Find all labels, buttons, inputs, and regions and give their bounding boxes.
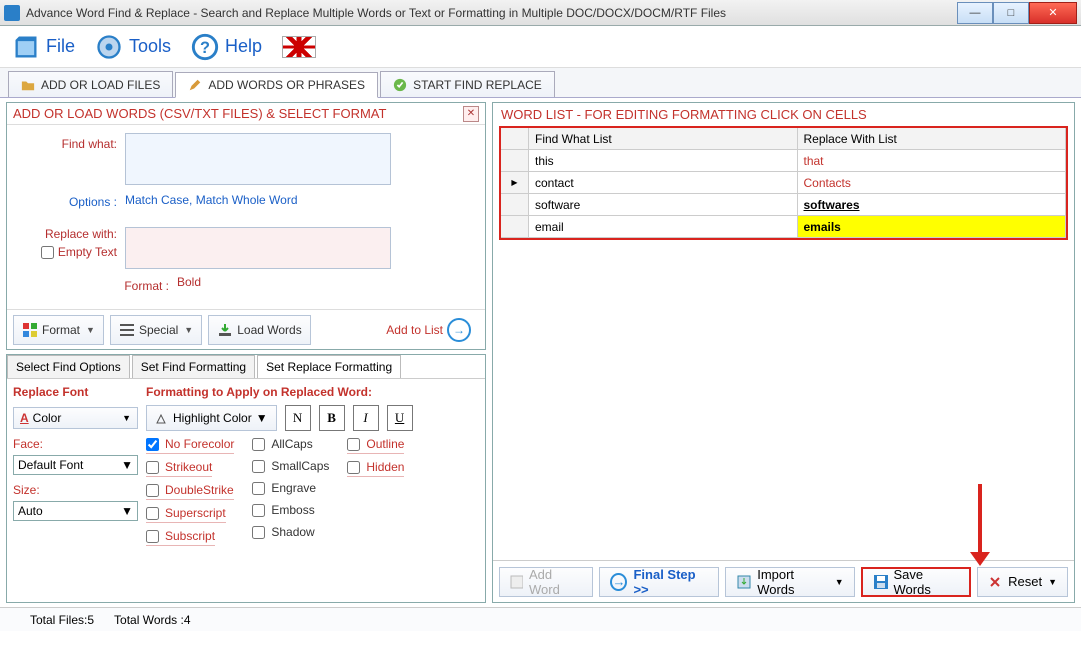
- find-what-textarea[interactable]: [125, 133, 391, 185]
- menu-file[interactable]: File: [12, 33, 75, 61]
- close-button[interactable]: ✕: [1029, 2, 1077, 24]
- add-to-list-button[interactable]: Add to List →: [378, 315, 479, 345]
- find-what-label: Find what:: [17, 133, 125, 185]
- engrave-checkbox[interactable]: Engrave: [252, 481, 316, 497]
- col-replace-with[interactable]: Replace With List: [798, 128, 1067, 149]
- highlight-color-dropdown[interactable]: Highlight Color▼: [146, 405, 277, 431]
- import-words-dropdown[interactable]: Import Words▼: [725, 567, 854, 597]
- menu-tools[interactable]: Tools: [95, 33, 171, 61]
- shadow-checkbox[interactable]: Shadow: [252, 525, 314, 541]
- import-icon: [736, 574, 751, 590]
- empty-text-checkbox[interactable]: Empty Text: [17, 245, 117, 259]
- options-value: Match Case, Match Whole Word: [125, 191, 298, 209]
- replace-font-title: Replace Font: [13, 385, 138, 399]
- format-icon: [22, 322, 38, 338]
- outline-checkbox[interactable]: Outline: [347, 437, 404, 454]
- final-step-button[interactable]: → Final Step >>: [599, 567, 719, 597]
- reset-icon: [988, 575, 1002, 589]
- replace-with-label: Replace with:: [17, 227, 117, 241]
- strikeout-checkbox[interactable]: Strikeout: [146, 460, 212, 477]
- tab-add-load-files[interactable]: ADD OR LOAD FILES: [8, 71, 173, 97]
- subscript-checkbox[interactable]: Subscript: [146, 529, 215, 546]
- arrow-right-icon: →: [610, 573, 627, 591]
- file-icon: [12, 33, 40, 61]
- hidden-checkbox[interactable]: Hidden: [347, 460, 404, 477]
- font-color-icon: A: [20, 411, 29, 425]
- maximize-button[interactable]: □: [993, 2, 1029, 24]
- emboss-checkbox[interactable]: Emboss: [252, 503, 314, 519]
- size-label: Size:: [13, 483, 138, 497]
- subtab-set-find-formatting[interactable]: Set Find Formatting: [132, 355, 255, 378]
- status-total-files: Total Files:5: [30, 613, 94, 627]
- window-title: Advance Word Find & Replace - Search and…: [26, 6, 957, 20]
- menu-help[interactable]: ? Help: [191, 33, 262, 61]
- table-row[interactable]: this that: [501, 150, 1066, 172]
- save-icon: [873, 574, 888, 590]
- face-combo[interactable]: Default Font▼: [13, 455, 138, 475]
- table-row[interactable]: software softwares: [501, 194, 1066, 216]
- annotation-arrow: [978, 484, 982, 554]
- tab-start-find-replace[interactable]: START FIND REPLACE: [380, 71, 555, 97]
- panel-title: ADD OR LOAD WORDS (CSV/TXT FILES) & SELE…: [13, 106, 386, 121]
- underline-button[interactable]: U: [387, 405, 413, 431]
- table-row[interactable]: contact Contacts: [501, 172, 1066, 194]
- add-words-panel: ADD OR LOAD WORDS (CSV/TXT FILES) & SELE…: [6, 102, 486, 350]
- subtab-set-replace-formatting[interactable]: Set Replace Formatting: [257, 355, 401, 378]
- load-words-button[interactable]: Load Words: [208, 315, 310, 345]
- check-circle-icon: [393, 78, 407, 92]
- col-find-what[interactable]: Find What List: [529, 128, 798, 149]
- language-flag-uk[interactable]: [282, 36, 316, 58]
- reset-dropdown[interactable]: Reset▼: [977, 567, 1068, 597]
- normal-button[interactable]: N: [285, 405, 311, 431]
- list-icon: [119, 322, 135, 338]
- titlebar: Advance Word Find & Replace - Search and…: [0, 0, 1081, 26]
- bold-button[interactable]: B: [319, 405, 345, 431]
- word-list-grid[interactable]: Find What List Replace With List this th…: [499, 126, 1068, 240]
- replace-with-textarea[interactable]: [125, 227, 391, 269]
- size-combo[interactable]: Auto▼: [13, 501, 138, 521]
- arrow-right-icon: →: [447, 318, 471, 342]
- superscript-checkbox[interactable]: Superscript: [146, 506, 226, 523]
- formatting-panel: Select Find Options Set Find Formatting …: [6, 354, 486, 603]
- smallcaps-checkbox[interactable]: SmallCaps: [252, 459, 329, 475]
- no-forecolor-checkbox[interactable]: No Forecolor: [146, 437, 234, 454]
- help-icon: ?: [191, 33, 219, 61]
- download-icon: [217, 322, 233, 338]
- format-dropdown[interactable]: Format▼: [13, 315, 104, 345]
- format-value: Bold: [177, 275, 201, 293]
- folder-icon: [21, 78, 35, 92]
- doublestrike-checkbox[interactable]: DoubleStrike: [146, 483, 234, 500]
- subtab-select-find-options[interactable]: Select Find Options: [7, 355, 130, 378]
- status-bar: Total Files:5 Total Words :4: [0, 607, 1081, 631]
- face-label: Face:: [13, 437, 138, 451]
- italic-button[interactable]: I: [353, 405, 379, 431]
- pencil-icon: [188, 78, 202, 92]
- table-row[interactable]: email emails: [501, 216, 1066, 238]
- special-dropdown[interactable]: Special▼: [110, 315, 202, 345]
- panel-close-icon[interactable]: ✕: [463, 106, 479, 122]
- tab-add-words[interactable]: ADD WORDS OR PHRASES: [175, 72, 378, 98]
- format-label: Format :: [17, 275, 177, 293]
- minimize-button[interactable]: —: [957, 2, 993, 24]
- app-icon: [4, 5, 20, 21]
- plus-page-icon: [510, 575, 523, 589]
- highlight-icon: [155, 411, 169, 425]
- word-list-title: WORD LIST - FOR EDITING FORMATTING CLICK…: [493, 103, 1074, 126]
- options-label: Options :: [17, 191, 125, 209]
- main-tabs: ADD OR LOAD FILES ADD WORDS OR PHRASES S…: [0, 68, 1081, 98]
- allcaps-checkbox[interactable]: AllCaps: [252, 437, 312, 453]
- svg-text:?: ?: [200, 38, 210, 56]
- add-word-button[interactable]: Add Word: [499, 567, 593, 597]
- formatting-title: Formatting to Apply on Replaced Word:: [146, 385, 479, 399]
- color-dropdown[interactable]: AColor ▼: [13, 407, 138, 429]
- status-total-words: Total Words :4: [114, 613, 190, 627]
- gear-icon: [95, 33, 123, 61]
- save-words-button[interactable]: Save Words: [861, 567, 971, 597]
- menubar: File Tools ? Help: [0, 26, 1081, 68]
